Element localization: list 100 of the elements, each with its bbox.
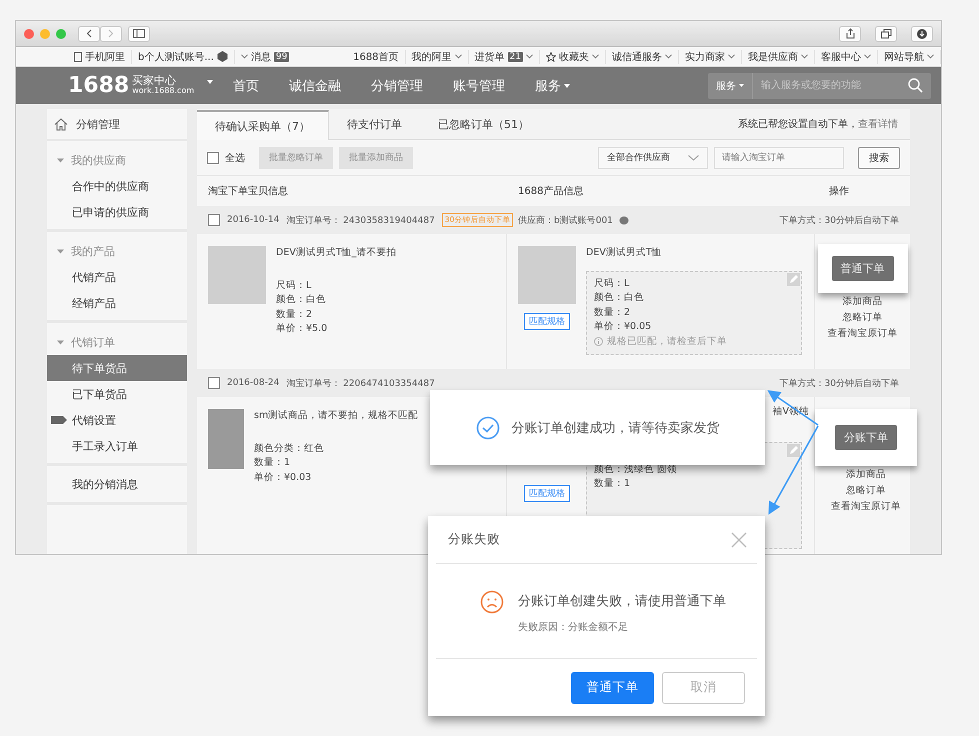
product-title: DEV测试男式T恤 (586, 246, 663, 260)
top-link[interactable]: 实力商家 (685, 50, 725, 64)
spec-text: 单价：¥0.03 (254, 470, 312, 484)
nav-item[interactable]: 首页 (218, 76, 274, 94)
order-date: 2016-08-24 (227, 378, 280, 388)
order-button[interactable]: 普通下单 (832, 256, 894, 281)
caret-icon (739, 84, 744, 87)
sidebar-item[interactable]: 手工录入订单 (47, 433, 187, 459)
spec-text: 数量：1 (594, 477, 632, 491)
column-header: 淘宝下单宝贝信息 (207, 184, 289, 198)
failure-reason: 失败原因：分账金额不足 (518, 620, 629, 634)
triangle-icon[interactable] (57, 338, 64, 346)
nav-item[interactable]: 账号管理 (438, 76, 520, 94)
top-link[interactable]: 我是供应商 (748, 50, 798, 64)
close-button[interactable] (24, 28, 34, 38)
sidebar-item[interactable]: 我的分销消息 (47, 466, 187, 505)
column-header: 操作 (828, 185, 850, 198)
mobile-link[interactable]: 手机阿里 (85, 50, 125, 64)
search-icon[interactable] (908, 78, 923, 93)
order-button[interactable]: 分账下单 (835, 425, 897, 450)
top-link[interactable]: 1688首页 (353, 50, 399, 64)
caret-icon[interactable] (207, 80, 214, 84)
level-badge-icon (216, 51, 228, 62)
triangle-icon[interactable] (57, 248, 64, 254)
triangle-icon[interactable] (57, 156, 64, 164)
sidebar-item[interactable]: 代销产品 (47, 264, 187, 290)
action-link[interactable]: 添加商品 (846, 467, 886, 483)
notice-text: 系统已帮您设置自动下单， (738, 118, 858, 131)
confirm-button[interactable]: 普通下单 (571, 672, 654, 704)
spec-text: 颜色分类：红色 (254, 442, 325, 456)
back-button[interactable] (78, 26, 100, 42)
phone-icon (74, 52, 82, 62)
top-link[interactable]: 客服中心 (821, 50, 861, 64)
checkbox[interactable] (208, 377, 220, 389)
top-link[interactable]: 网站导航 (884, 50, 924, 64)
search-button[interactable]: 搜索 (858, 146, 900, 168)
close-icon[interactable] (731, 532, 747, 548)
photo-placeholder (518, 246, 576, 304)
order-number: 淘宝订单号： 2206474103354487 (286, 378, 435, 390)
cart-count: 21 (508, 52, 523, 62)
checkbox[interactable] (208, 214, 220, 226)
nav-item[interactable]: 分销管理 (356, 76, 438, 94)
action-link[interactable]: 忽略订单 (842, 310, 882, 326)
sidebar-icon (133, 29, 145, 38)
spec-text: 数量：1 (254, 456, 292, 470)
download-icon (917, 28, 927, 38)
download-button[interactable] (911, 26, 933, 42)
nav-item[interactable]: 服务 (520, 76, 585, 94)
spec-text: 单价：¥0.05 (594, 320, 652, 334)
spec-text: 单价：¥5.0 (276, 322, 328, 336)
column-header: 1688产品信息 (517, 184, 584, 198)
top-link[interactable]: 进货单 (474, 50, 505, 64)
sidebar-item[interactable]: 已下单货品 (47, 381, 187, 407)
spec-text: 颜色：白色 (594, 291, 645, 305)
top-link[interactable]: 诚信通服务 (612, 50, 662, 64)
action-link[interactable]: 查看淘宝原订单 (828, 326, 898, 342)
nav-item[interactable]: 诚信金融 (274, 76, 356, 94)
top-link[interactable]: 收藏夹 (559, 50, 589, 64)
action-link[interactable]: 忽略订单 (846, 483, 886, 499)
account-link[interactable]: b个人测试账号... (138, 50, 214, 64)
logo-domain: work.1688.com (132, 87, 194, 96)
sidebar-title: 分销管理 (76, 116, 120, 132)
zoom-button[interactable] (56, 28, 66, 38)
tab[interactable]: 待确认采购单（7） (197, 110, 329, 140)
action-link[interactable]: 查看淘宝原订单 (831, 499, 901, 515)
spec-text: 数量：2 (276, 308, 314, 322)
sidebar-item[interactable]: 代销设置 (47, 407, 187, 433)
spec-text: 颜色：白色 (276, 293, 327, 307)
order-search-field[interactable]: 请输入淘宝订单 (714, 146, 844, 168)
action-link[interactable]: 添加商品 (842, 294, 882, 310)
checkbox[interactable] (207, 152, 219, 164)
tab[interactable]: 待支付订单 (329, 110, 420, 139)
details-link[interactable]: 查看详情 (858, 117, 898, 131)
tabs-button[interactable] (875, 26, 897, 42)
logo-number: 1688 (68, 73, 130, 98)
sidebar-button[interactable] (128, 26, 150, 42)
check-circle-icon (476, 416, 500, 440)
sidebar-item[interactable]: 待下单货品 (47, 355, 187, 381)
share-button[interactable] (839, 26, 861, 42)
select-all-label: 全选 (225, 152, 245, 164)
supplier-dropdown[interactable]: 全部合作供应商 (598, 146, 708, 168)
dialog-message: 分账订单创建失败，请使用普通下单 (518, 592, 726, 610)
chevron-down-icon (688, 154, 699, 160)
home-icon[interactable] (54, 118, 68, 130)
sidebar-item[interactable]: 已申请的供应商 (47, 199, 187, 225)
toast-message: 分账订单创建成功，请等待卖家发货 (512, 420, 720, 436)
tab[interactable]: 已忽略订单（51） (420, 110, 547, 139)
sad-face-icon (480, 590, 504, 614)
photo-placeholder (208, 409, 244, 469)
supplier-name: 供应商：b测试账号001 (518, 214, 613, 226)
top-link[interactable]: 我的阿里 (412, 50, 452, 64)
sidebar-item[interactable]: 经销产品 (47, 290, 187, 316)
sidebar-item[interactable]: 合作中的供应商 (47, 173, 187, 199)
messages-link[interactable]: 消息 (250, 50, 271, 64)
chevron-down-icon (240, 54, 248, 59)
order-date: 2016-10-14 (227, 215, 280, 225)
spec-text: 数量：2 (594, 306, 632, 320)
match-note: 规格已匹配，请检查后下单 (607, 334, 727, 348)
tabs-icon (880, 28, 892, 38)
photo-placeholder (208, 246, 266, 304)
